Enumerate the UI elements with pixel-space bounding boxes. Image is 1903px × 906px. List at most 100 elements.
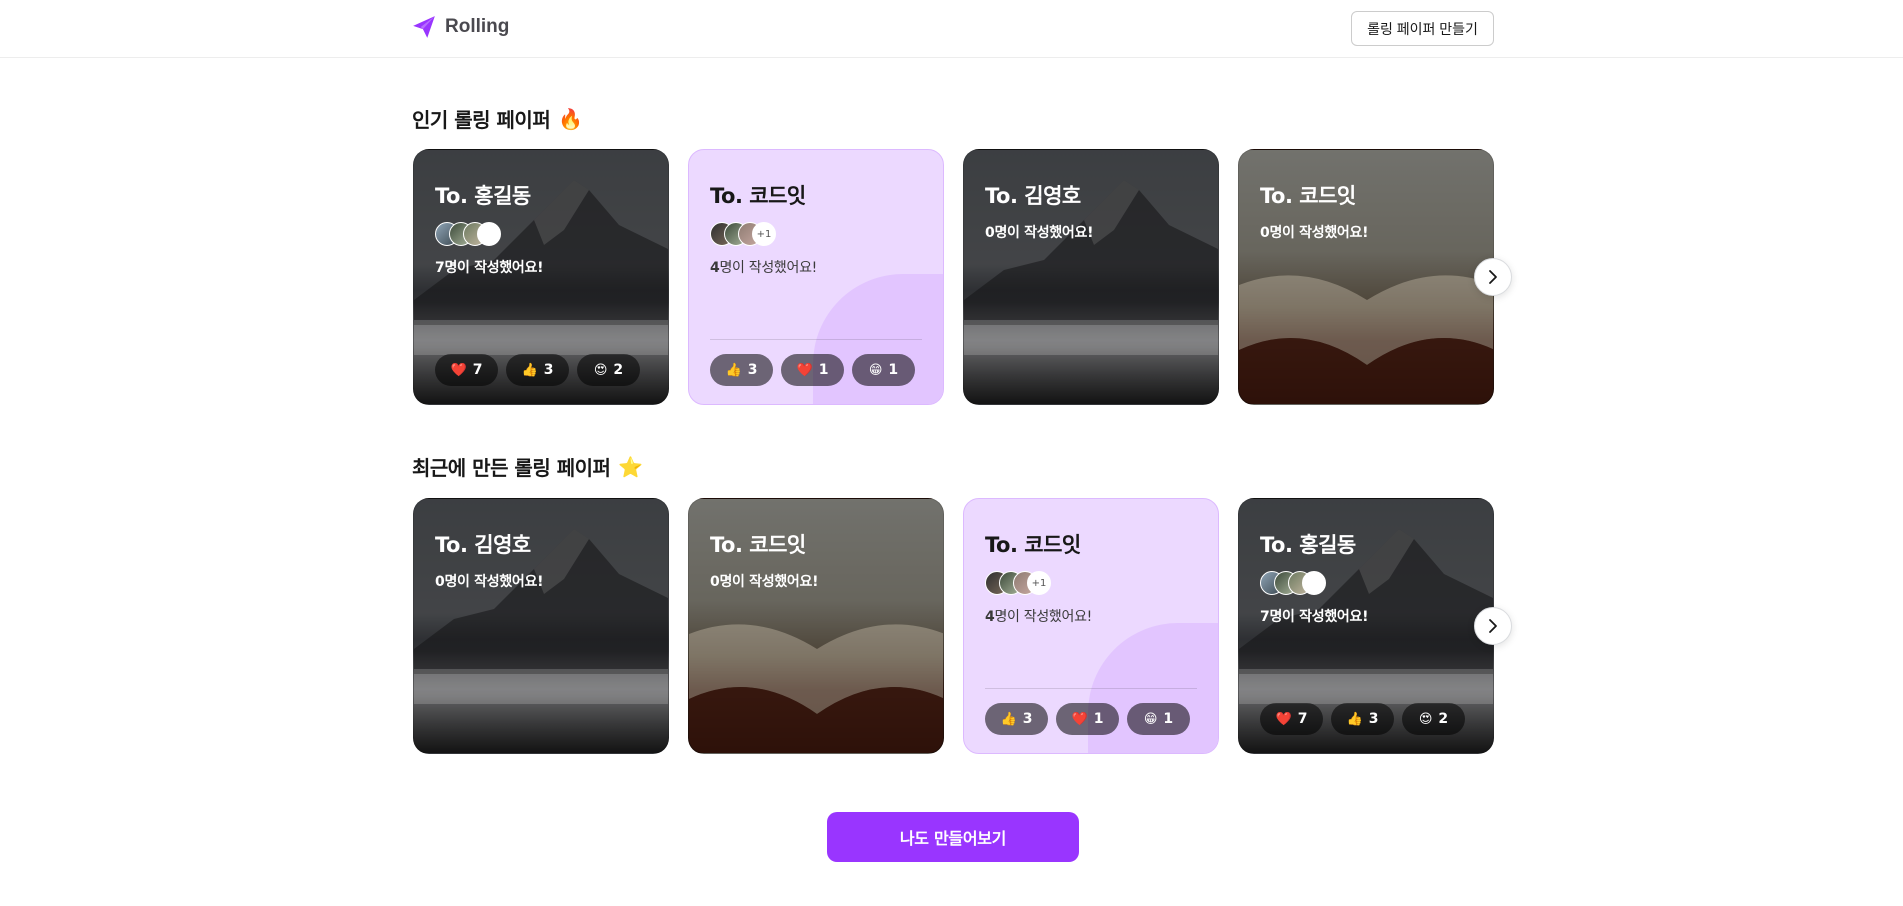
- avatar-group: +1: [710, 222, 776, 246]
- reaction-emoji-icon: 👍: [521, 362, 538, 378]
- writer-count-suffix: 명이 작성했어요!: [444, 574, 544, 590]
- rolling-paper-card[interactable]: To. 김영호 0명이 작성했어요!: [963, 149, 1219, 405]
- reaction-badge[interactable]: ❤️ 7: [435, 354, 498, 386]
- recent-title-text: 최근에 만든 롤링 페이퍼: [412, 456, 611, 480]
- rolling-paper-card[interactable]: To. 김영호 0명이 작성했어요!: [413, 498, 669, 754]
- reaction-list: 👍 3 ❤️ 1 😁 1: [985, 703, 1190, 735]
- reaction-badge[interactable]: 😍 2: [577, 354, 640, 386]
- rolling-paper-card[interactable]: To. 코드잇 +1 4명이 작성했어요! 👍 3 ❤️ 1 😁 1: [688, 149, 944, 405]
- writer-count: 0명이 작성했어요!: [1260, 222, 1368, 242]
- writer-count-suffix: 명이 작성했어요!: [1269, 225, 1369, 241]
- avatar: [477, 222, 501, 246]
- reaction-list: 👍 3 ❤️ 1 😁 1: [710, 354, 915, 386]
- reaction-count: 3: [1368, 711, 1379, 727]
- writer-count: 4명이 작성했어요!: [710, 257, 817, 277]
- star-icon: ⭐: [618, 454, 643, 479]
- reaction-emoji-icon: ❤️: [450, 362, 467, 378]
- reaction-count: 2: [1438, 711, 1449, 727]
- popular-title-text: 인기 롤링 페이퍼: [412, 108, 551, 132]
- recent-next-arrow-button[interactable]: [1474, 607, 1512, 645]
- card-recipient: To. 코드잇: [710, 184, 806, 208]
- card-divider: [710, 339, 922, 340]
- writer-count: 7명이 작성했어요!: [435, 257, 543, 277]
- reaction-count: 7: [472, 362, 483, 378]
- reaction-badge[interactable]: 👍 3: [506, 354, 569, 386]
- card-recipient: To. 김영호: [985, 184, 1081, 208]
- logo[interactable]: Rolling: [411, 14, 509, 40]
- writer-count-suffix: 명이 작성했어요!: [1269, 609, 1369, 625]
- writer-count-suffix: 명이 작성했어요!: [444, 260, 544, 276]
- reaction-badge[interactable]: 👍 3: [710, 354, 773, 386]
- popular-section-title: 인기 롤링 페이퍼 🔥: [412, 104, 583, 133]
- avatar: [1302, 571, 1326, 595]
- card-recipient: To. 코드잇: [1260, 184, 1356, 208]
- reaction-emoji-icon: 👍: [1000, 711, 1017, 727]
- reaction-emoji-icon: 👍: [725, 362, 742, 378]
- writer-count: 0명이 작성했어요!: [985, 222, 1093, 242]
- writer-count: 0명이 작성했어요!: [435, 571, 543, 591]
- chevron-right-icon: [1489, 270, 1497, 284]
- reaction-emoji-icon: 😍: [1418, 711, 1433, 727]
- reaction-badge[interactable]: 😁 1: [852, 354, 915, 386]
- reaction-badge[interactable]: 😍 2: [1402, 703, 1465, 735]
- avatar-group: +1: [985, 571, 1051, 595]
- card-recipient: To. 홍길동: [435, 184, 531, 208]
- reaction-count: 3: [1022, 711, 1033, 727]
- reaction-badge[interactable]: ❤️ 1: [781, 354, 844, 386]
- fire-icon: 🔥: [558, 106, 583, 131]
- rolling-paper-card[interactable]: To. 홍길동 7명이 작성했어요! ❤️ 7 👍 3 😍 2: [413, 149, 669, 405]
- reaction-badge[interactable]: ❤️ 1: [1056, 703, 1119, 735]
- avatar-group: [1260, 571, 1326, 595]
- writer-count-suffix: 명이 작성했어요!: [719, 260, 817, 276]
- reaction-count: 3: [543, 362, 554, 378]
- make-rolling-paper-button[interactable]: 롤링 페이퍼 만들기: [1351, 11, 1494, 46]
- card-recipient: To. 홍길동: [1260, 533, 1356, 557]
- recent-section-title: 최근에 만든 롤링 페이퍼 ⭐: [412, 452, 643, 481]
- popular-card-list: To. 홍길동 7명이 작성했어요! ❤️ 7 👍 3 😍 2 To. 코드잇 +1 4명이 작성했…: [413, 149, 1494, 405]
- card-recipient: To. 코드잇: [710, 533, 806, 557]
- reaction-badge[interactable]: ❤️ 7: [1260, 703, 1323, 735]
- reaction-badge[interactable]: 👍 3: [985, 703, 1048, 735]
- popular-next-arrow-button[interactable]: [1474, 258, 1512, 296]
- writer-count-suffix: 명이 작성했어요!: [994, 609, 1092, 625]
- writer-count: 0명이 작성했어요!: [710, 571, 818, 591]
- recent-card-list: To. 김영호 0명이 작성했어요! To. 코드잇 0명이 작성했어요! To. 코드…: [413, 498, 1494, 754]
- logo-text: Rolling: [445, 16, 510, 37]
- top-nav: Rolling 롤링 페이퍼 만들기: [0, 0, 1903, 58]
- reaction-list: ❤️ 7 👍 3 😍 2: [1260, 703, 1465, 735]
- reaction-count: 3: [747, 362, 758, 378]
- reaction-emoji-icon: ❤️: [1071, 711, 1088, 727]
- avatar-more-count: +1: [1027, 571, 1051, 595]
- rolling-paper-card[interactable]: To. 코드잇 0명이 작성했어요!: [1238, 149, 1494, 405]
- reaction-count: 1: [1093, 711, 1104, 727]
- rolling-paper-card[interactable]: To. 홍길동 7명이 작성했어요! ❤️ 7 👍 3 😍 2: [1238, 498, 1494, 754]
- create-mine-button[interactable]: 나도 만들어보기: [827, 812, 1079, 862]
- rolling-paper-card[interactable]: To. 코드잇 +1 4명이 작성했어요! 👍 3 ❤️ 1 😁 1: [963, 498, 1219, 754]
- paper-plane-icon: [413, 16, 435, 38]
- reaction-badge[interactable]: 👍 3: [1331, 703, 1394, 735]
- reaction-count: 1: [888, 362, 899, 378]
- rolling-paper-card[interactable]: To. 코드잇 0명이 작성했어요!: [688, 498, 944, 754]
- reaction-emoji-icon: 😁: [868, 362, 883, 378]
- reaction-emoji-icon: 😁: [1143, 711, 1158, 727]
- chevron-right-icon: [1489, 619, 1497, 633]
- reaction-emoji-icon: ❤️: [796, 362, 813, 378]
- reaction-count: 7: [1297, 711, 1308, 727]
- writer-count: 7명이 작성했어요!: [1260, 606, 1368, 626]
- writer-count: 4명이 작성했어요!: [985, 606, 1092, 626]
- reaction-count: 2: [613, 362, 624, 378]
- reaction-badge[interactable]: 😁 1: [1127, 703, 1190, 735]
- reaction-emoji-icon: 👍: [1346, 711, 1363, 727]
- reaction-count: 1: [818, 362, 829, 378]
- reaction-emoji-icon: ❤️: [1275, 711, 1292, 727]
- reaction-emoji-icon: 😍: [593, 362, 608, 378]
- card-recipient: To. 김영호: [435, 533, 531, 557]
- reaction-count: 1: [1163, 711, 1174, 727]
- avatar-group: [435, 222, 501, 246]
- writer-count-suffix: 명이 작성했어요!: [719, 574, 819, 590]
- writer-count-suffix: 명이 작성했어요!: [994, 225, 1094, 241]
- card-recipient: To. 코드잇: [985, 533, 1081, 557]
- card-divider: [985, 688, 1197, 689]
- reaction-list: ❤️ 7 👍 3 😍 2: [435, 354, 640, 386]
- avatar-more-count: +1: [752, 222, 776, 246]
